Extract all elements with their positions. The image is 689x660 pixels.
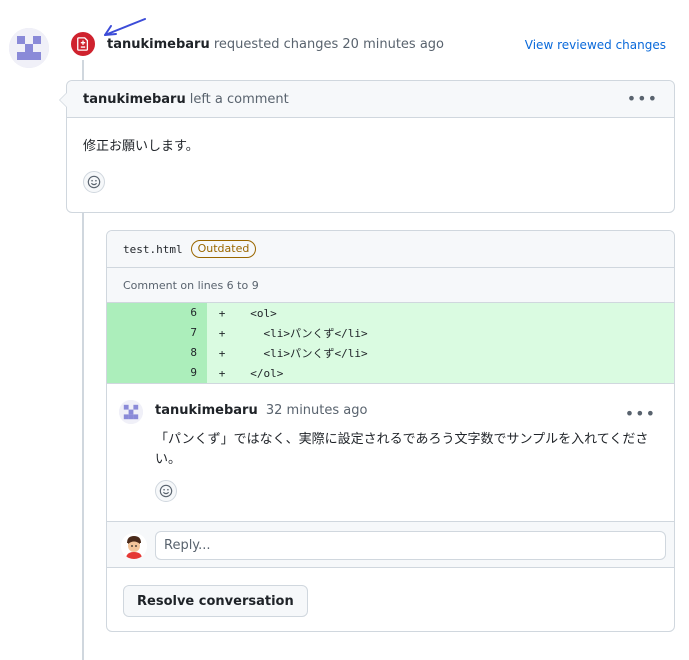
reply-bar — [107, 521, 674, 567]
thread-comment-body: 「パンくず」ではなく、実際に設定されるであろう文字数でサンプルを入れてください。 — [155, 432, 649, 467]
diff-line-number: 6 — [107, 303, 207, 323]
avatar[interactable] — [9, 28, 49, 68]
diff-line-sign: + — [218, 366, 226, 380]
current-user-avatar — [121, 533, 147, 559]
diff-line-code: <li>パンくず</li> — [237, 327, 368, 340]
diff-line: 7 + <li>パンくず</li> — [107, 323, 674, 343]
add-reaction-button[interactable] — [83, 171, 105, 193]
thread-file-header: test.html Outdated — [107, 231, 674, 268]
thread-comment-time[interactable]: 32 minutes ago — [266, 403, 368, 418]
kebab-horizontal-icon[interactable]: ••• — [625, 404, 656, 423]
diff-line: 9 + </ol> — [107, 363, 674, 383]
reply-input[interactable] — [155, 531, 666, 560]
comment-body-text: 修正お願いします。 — [83, 139, 199, 154]
diff-line-sign: + — [218, 346, 226, 360]
diff-line-sign: + — [218, 306, 226, 320]
diff-line-code: </ol> — [237, 366, 284, 380]
thread-comment: tanukimebaru 32 minutes ago ••• 「パンくず」では… — [107, 383, 674, 521]
view-reviewed-changes-link[interactable]: View reviewed changes — [525, 38, 666, 52]
resolve-conversation-button[interactable]: Resolve conversation — [123, 585, 308, 617]
outdated-badge: Outdated — [190, 240, 257, 258]
diff-line-number: 8 — [107, 343, 207, 363]
review-action-text: requested changes 20 minutes ago — [213, 37, 445, 52]
review-author-link[interactable]: tanukimebaru — [107, 37, 210, 52]
diff-line: 8 + <li>パンくず</li> — [107, 343, 674, 363]
comment-author-link[interactable]: tanukimebaru — [83, 92, 186, 107]
diff-line-code: <ol> — [237, 306, 277, 320]
diff-line: 6 + <ol> — [107, 303, 674, 323]
file-diff-icon — [77, 37, 89, 51]
review-comment: tanukimebaru left a comment ••• 修正お願いします… — [59, 80, 675, 213]
comment-body: 修正お願いします。 — [67, 118, 674, 193]
smiley-icon — [159, 484, 173, 498]
resolve-area: Resolve conversation — [107, 567, 674, 631]
thread-comment-avatar[interactable] — [119, 400, 143, 424]
thread-comment-author-link[interactable]: tanukimebaru — [155, 403, 258, 418]
diff-line-sign: + — [218, 326, 226, 340]
identicon-avatar-icon — [9, 28, 49, 68]
diff-line-code: <li>パンくず</li> — [237, 347, 368, 360]
file-name-link[interactable]: test.html — [123, 243, 183, 256]
user-avatar-icon — [121, 533, 147, 559]
kebab-horizontal-icon[interactable]: ••• — [627, 91, 658, 107]
changes-requested-badge — [69, 30, 97, 58]
review-event-header: tanukimebaru requested changes 20 minute… — [107, 37, 444, 52]
identicon-avatar-icon — [119, 400, 143, 424]
diff-line-number: 9 — [107, 363, 207, 383]
comment-action-text: left a comment — [189, 91, 289, 107]
review-thread: test.html Outdated Comment on lines 6 to… — [106, 230, 675, 632]
diff-snippet: 6 + <ol> 7 + <li>パンくず</li> 8 + <li>パンくず<… — [107, 303, 674, 383]
smiley-icon — [87, 175, 101, 189]
diff-line-number: 7 — [107, 323, 207, 343]
comment-lines-caption: Comment on lines 6 to 9 — [107, 268, 674, 303]
review-comment-header: tanukimebaru left a comment ••• — [67, 81, 674, 118]
thread-comment-header: tanukimebaru 32 minutes ago — [155, 403, 367, 418]
add-reaction-button[interactable] — [155, 480, 177, 502]
